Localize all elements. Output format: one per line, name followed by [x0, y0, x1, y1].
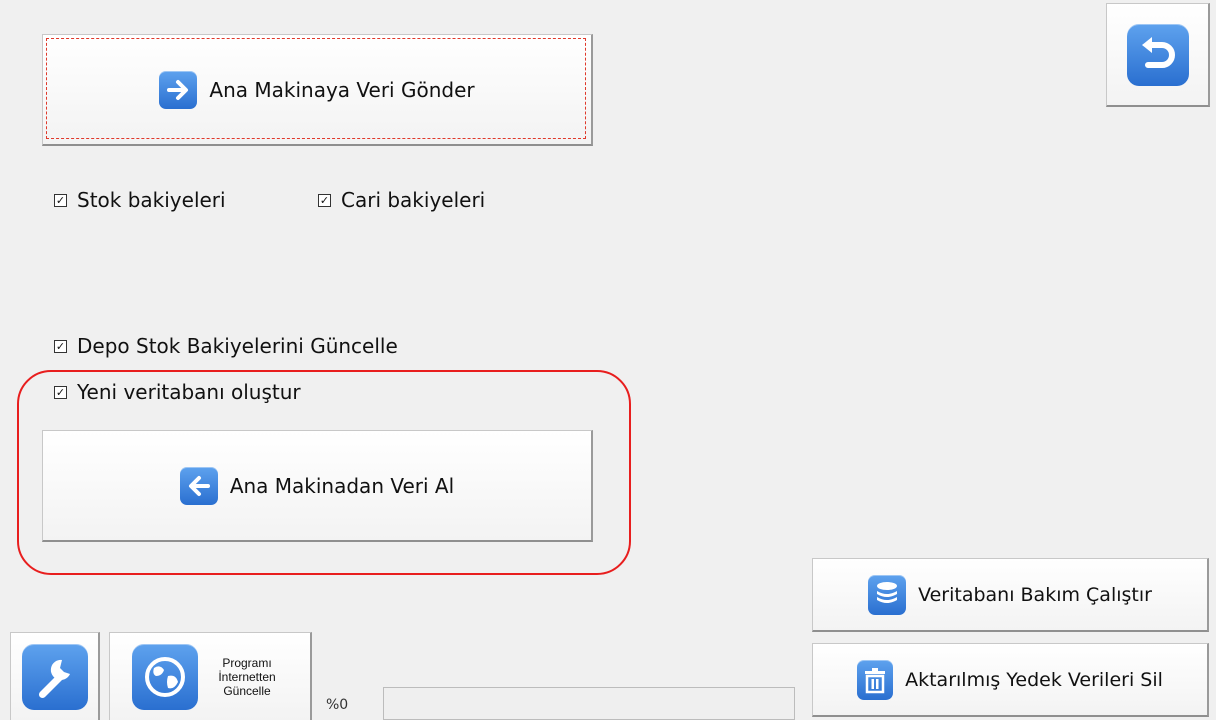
receive-button-label: Ana Makinadan Veri Al [229, 473, 455, 498]
checkbox-box[interactable]: ✓ [54, 339, 67, 353]
send-button-label: Ana Makinaya Veri Gönder [209, 77, 475, 102]
receive-from-main-machine-button[interactable]: Ana Makinadan Veri Al [42, 430, 593, 542]
undo-arrow-icon [1126, 23, 1189, 86]
arrow-right-icon [159, 70, 198, 109]
stock-balances-checkbox[interactable]: ✓ Stok bakiyeleri [54, 188, 226, 212]
update-program-online-button[interactable]: Programı İnternetten Güncelle [109, 632, 312, 720]
new-database-label: Yeni veritabanı oluştur [77, 380, 301, 404]
send-to-main-machine-button[interactable]: Ana Makinaya Veri Gönder [42, 34, 593, 146]
warehouse-stock-update-checkbox[interactable]: ✓ Depo Stok Bakiyelerini Güncelle [54, 334, 398, 358]
warehouse-stock-update-label: Depo Stok Bakiyelerini Güncelle [77, 334, 398, 358]
database-icon [868, 574, 907, 615]
maintenance-button-label: Veritabanı Bakım Çalıştır [918, 583, 1152, 606]
globe-icon [132, 643, 198, 710]
account-balances-checkbox[interactable]: ✓ Cari bakiyeleri [318, 188, 485, 212]
delete-button-label: Aktarılmış Yedek Verileri Sil [905, 668, 1163, 691]
update-button-label: Programı İnternetten Güncelle [218, 655, 276, 698]
back-button[interactable] [1106, 3, 1210, 107]
checkbox-box[interactable]: ✓ [54, 385, 67, 399]
delete-transferred-backups-button[interactable]: Aktarılmış Yedek Verileri Sil [812, 643, 1209, 717]
checkbox-box[interactable]: ✓ [54, 193, 67, 207]
new-database-checkbox[interactable]: ✓ Yeni veritabanı oluştur [54, 380, 301, 404]
run-database-maintenance-button[interactable]: Veritabanı Bakım Çalıştır [812, 558, 1209, 632]
progress-percent-label: %0 [326, 697, 349, 713]
stock-balances-label: Stok bakiyeleri [77, 188, 226, 212]
account-balances-label: Cari bakiyeleri [341, 188, 486, 212]
sync-window: Ana Makinaya Veri Gönder ✓ Stok bakiyele… [0, 0, 1216, 720]
arrow-left-icon [179, 466, 218, 505]
tools-button[interactable] [10, 632, 100, 720]
wrench-icon [21, 643, 88, 710]
checkbox-box[interactable]: ✓ [318, 193, 331, 207]
progress-bar [383, 687, 795, 720]
trash-icon [857, 659, 894, 700]
